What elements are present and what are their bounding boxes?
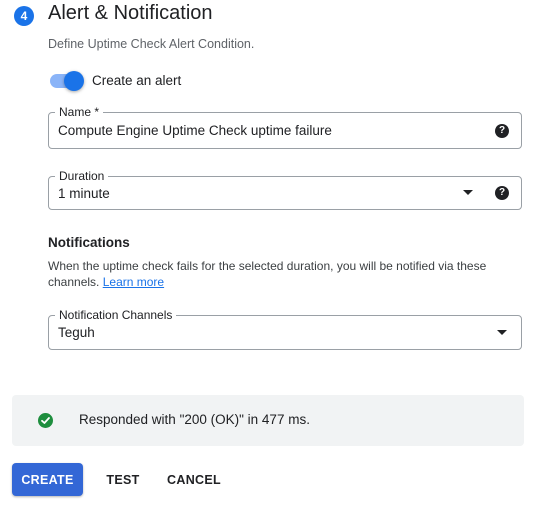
chevron-down-icon[interactable] [463, 190, 473, 195]
status-message: Responded with "200 (OK)" in 477 ms. [79, 412, 310, 427]
notification-channels-select[interactable]: Notification Channels Teguh [48, 307, 522, 350]
notification-channels-value: Teguh [58, 325, 95, 340]
test-button[interactable]: TEST [96, 463, 150, 496]
create-alert-label: Create an alert [92, 73, 182, 88]
uptime-check-status: Responded with "200 (OK)" in 477 ms. [12, 395, 524, 446]
name-field-value[interactable]: Compute Engine Uptime Check uptime failu… [58, 113, 332, 148]
duration-field-value: 1 minute [58, 185, 110, 201]
notifications-description: When the uptime check fails for the sele… [48, 258, 508, 290]
toggle-knob [64, 71, 84, 91]
check-circle-icon [38, 413, 53, 428]
cancel-button[interactable]: CANCEL [160, 463, 228, 496]
learn-more-link[interactable]: Learn more [103, 275, 164, 289]
duration-select[interactable]: Duration 1 minute ? [48, 168, 522, 210]
section-title: Alert & Notification [48, 2, 213, 24]
step-number-badge: 4 [14, 6, 34, 26]
help-icon[interactable]: ? [495, 123, 509, 138]
section-description: Define Uptime Check Alert Condition. [48, 37, 255, 51]
help-icon[interactable]: ? [495, 186, 509, 200]
create-alert-toggle[interactable] [48, 71, 84, 91]
name-field[interactable]: Name * Compute Engine Uptime Check uptim… [48, 104, 522, 149]
create-button[interactable]: CREATE [12, 463, 83, 496]
notifications-heading: Notifications [48, 235, 130, 250]
chevron-down-icon[interactable] [497, 329, 507, 335]
